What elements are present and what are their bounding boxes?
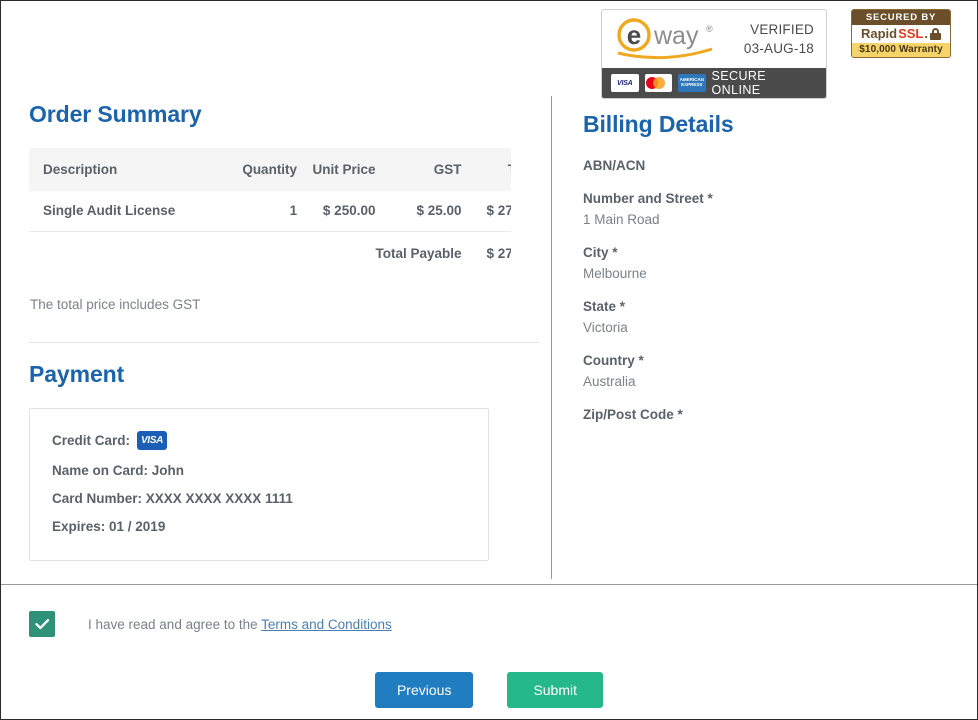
terms-agreement-row: I have read and agree to the Terms and C… [29, 611, 392, 637]
eway-badge: e way ® VERIFIED 03-AUG-18 VISA AMERICAN… [601, 9, 827, 99]
card-number-line: Card Number: XXXX XXXX XXXX 1111 [52, 491, 293, 506]
svg-text:way: way [653, 22, 699, 50]
field-label-country: Country * [583, 353, 644, 368]
field-country: Country * Australia [583, 353, 953, 389]
field-label-zip-post-code: Zip/Post Code * [583, 407, 683, 422]
field-value-country: Australia [583, 374, 636, 389]
mastercard-card-icon [644, 74, 673, 92]
left-column: Order Summary Description Quantity Unit … [29, 101, 539, 561]
order-summary-table-wrap: Description Quantity Unit Price GST Tota… [29, 148, 511, 275]
rapidssl-brand: Rapid SSL . [852, 25, 950, 43]
terms-text-prefix: I have read and agree to the [88, 616, 262, 632]
name-on-card-line: Name on Card: John [52, 463, 185, 478]
field-value-number-and-street: 1 Main Road [583, 212, 660, 227]
padlock-icon [930, 27, 942, 40]
table-row: Single Audit License 1 $ 250.00 $ 25.00 … [29, 191, 511, 232]
expires-line: Expires: 01 / 2019 [52, 519, 166, 534]
table-foot: Total Payable $ 275.00 [29, 232, 511, 276]
eway-logo-icon: e way ® [612, 16, 724, 64]
order-summary-title: Order Summary [29, 101, 202, 127]
column-header-quantity: Quantity [233, 148, 298, 191]
footer-divider [1, 584, 977, 585]
total-payable-row: Total Payable $ 275.00 [29, 232, 511, 276]
column-header-gst: GST [375, 148, 462, 191]
cell-description: Single Audit License [29, 191, 234, 232]
rapidssl-secured-by-label: SECURED BY [852, 10, 950, 25]
billing-details-title: Billing Details [583, 111, 734, 137]
table-body: Single Audit License 1 $ 250.00 $ 25.00 … [29, 191, 511, 232]
eway-secure-online-text: SECURE ONLINE [711, 69, 767, 97]
cell-total: $ 275.00 [461, 191, 511, 232]
trust-badges: e way ® VERIFIED 03-AUG-18 VISA AMERICAN… [601, 9, 951, 99]
rapidssl-warranty-label: $10,000 Warranty [852, 43, 950, 57]
spacer-cell-2 [233, 232, 297, 276]
field-value-city: Melbourne [583, 266, 647, 281]
table-header-row: Description Quantity Unit Price GST Tota… [29, 148, 511, 191]
eway-badge-top: e way ® VERIFIED 03-AUG-18 [602, 10, 826, 68]
cell-gst: $ 25.00 [375, 191, 462, 232]
visa-logo-icon: VISA [137, 431, 168, 450]
visa-card-icon: VISA [611, 74, 639, 92]
svg-text:e: e [627, 20, 641, 50]
column-header-description: Description [29, 148, 234, 191]
spacer-cell [29, 232, 233, 276]
total-payable-value: $ 275.00 [486, 246, 511, 261]
svg-text:®: ® [706, 24, 713, 34]
right-column: Billing Details ABN/ACN Number and Stree… [583, 111, 953, 428]
terms-and-conditions-link[interactable]: Terms and Conditions [261, 617, 392, 632]
rapidssl-brand-suffix: SSL [898, 26, 924, 41]
field-city: City * Melbourne [583, 245, 953, 281]
field-label-number-and-street: Number and Street * [583, 191, 713, 206]
field-zip-post-code: Zip/Post Code * [583, 407, 953, 422]
rapidssl-brand-dot: . [924, 26, 929, 41]
eway-badge-bottom: VISA AMERICAN EXPRESS SECURE ONLINE [602, 68, 826, 98]
field-state: State * Victoria [583, 299, 953, 335]
credit-card-line: Credit Card: VISA [52, 431, 466, 450]
column-divider [551, 96, 552, 579]
table-head: Description Quantity Unit Price GST Tota… [29, 148, 511, 191]
order-summary-table: Description Quantity Unit Price GST Tota… [29, 148, 511, 275]
field-label-city: City * [583, 245, 618, 260]
terms-text: I have read and agree to the Terms and C… [88, 617, 392, 632]
payment-title: Payment [29, 361, 125, 387]
gst-note: The total price includes GST [30, 297, 201, 312]
spacer-cell-3 [297, 232, 375, 276]
eway-verified-label: VERIFIED [750, 22, 814, 38]
credit-card-label: Credit Card: [52, 433, 131, 448]
terms-checkbox[interactable] [29, 611, 55, 637]
rapidssl-badge: SECURED BY Rapid SSL . $10,000 Warranty [851, 9, 951, 58]
checkout-page: e way ® VERIFIED 03-AUG-18 VISA AMERICAN… [0, 0, 978, 720]
cell-unit-price: $ 250.00 [297, 191, 376, 232]
eway-verified-date: 03-AUG-18 [743, 40, 814, 56]
field-label-abn-acn: ABN/ACN [583, 158, 646, 173]
payment-details-box: Credit Card: VISA Name on Card: John Car… [29, 408, 489, 561]
field-label-state: State * [583, 299, 626, 314]
cell-quantity: 1 [233, 191, 298, 232]
check-icon [34, 618, 49, 629]
rapidssl-brand-prefix: Rapid [860, 26, 898, 41]
column-header-unit-price: Unit Price [297, 148, 376, 191]
column-header-total: Total [461, 148, 511, 191]
previous-button[interactable]: Previous [374, 672, 474, 709]
total-payable-label: Total Payable [375, 246, 462, 261]
payment-section: Payment Credit Card: VISA Name on Card: … [29, 361, 539, 561]
amex-card-icon: AMERICAN EXPRESS [678, 74, 706, 92]
field-number-and-street: Number and Street * 1 Main Road [583, 191, 953, 227]
section-rule [29, 342, 539, 343]
field-value-state: Victoria [583, 320, 628, 335]
field-abn-acn: ABN/ACN [583, 158, 953, 173]
footer-buttons: Previous Submit [1, 672, 977, 709]
submit-button[interactable]: Submit [507, 672, 604, 709]
eway-verified-block: VERIFIED 03-AUG-18 [744, 21, 816, 57]
